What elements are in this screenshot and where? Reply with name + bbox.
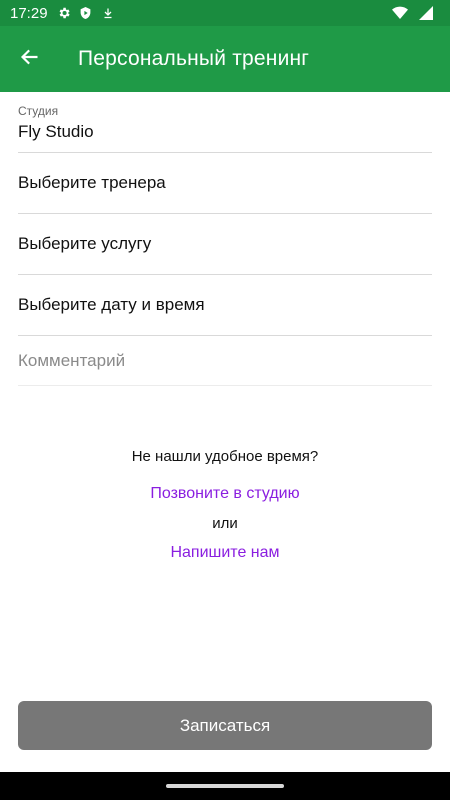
back-button[interactable] bbox=[0, 26, 60, 92]
system-nav-bar bbox=[0, 772, 450, 800]
gear-icon bbox=[56, 5, 72, 21]
arrow-left-icon bbox=[20, 47, 40, 72]
trainer-select-label: Выберите тренера bbox=[18, 173, 166, 192]
wifi-icon bbox=[392, 5, 408, 21]
comment-input[interactable] bbox=[18, 350, 432, 371]
download-icon bbox=[100, 5, 116, 21]
or-text: или bbox=[212, 515, 238, 532]
page-title: Персональный тренинг bbox=[78, 47, 310, 70]
datetime-select-label: Выберите дату и время bbox=[18, 295, 205, 314]
cellular-signal-icon bbox=[418, 5, 434, 21]
status-right bbox=[392, 5, 440, 21]
help-section: Не нашли удобное время? Позвоните в студ… bbox=[0, 448, 450, 562]
service-select-label: Выберите услугу bbox=[18, 234, 152, 253]
help-question: Не нашли удобное время? bbox=[131, 448, 319, 465]
datetime-select[interactable]: Выберите дату и время bbox=[18, 275, 432, 336]
home-gesture-handle[interactable] bbox=[166, 784, 284, 788]
app-bar: Персональный тренинг bbox=[0, 26, 450, 92]
studio-field[interactable]: Студия Fly Studio bbox=[18, 92, 432, 153]
call-studio-link[interactable]: Позвоните в студию bbox=[0, 485, 450, 503]
status-time: 17:29 bbox=[10, 4, 48, 22]
write-us-link[interactable]: Напишите нам bbox=[0, 544, 450, 562]
booking-form: Студия Fly Studio Выберите тренера Выбер… bbox=[0, 92, 450, 386]
submit-button[interactable]: Записаться bbox=[18, 701, 432, 750]
service-select[interactable]: Выберите услугу bbox=[18, 214, 432, 275]
studio-label: Студия bbox=[18, 104, 59, 118]
studio-value: Fly Studio bbox=[18, 122, 94, 141]
status-bar: 17:29 bbox=[0, 0, 450, 26]
trainer-select[interactable]: Выберите тренера bbox=[18, 153, 432, 214]
shield-icon bbox=[78, 5, 94, 21]
comment-field bbox=[18, 336, 432, 386]
